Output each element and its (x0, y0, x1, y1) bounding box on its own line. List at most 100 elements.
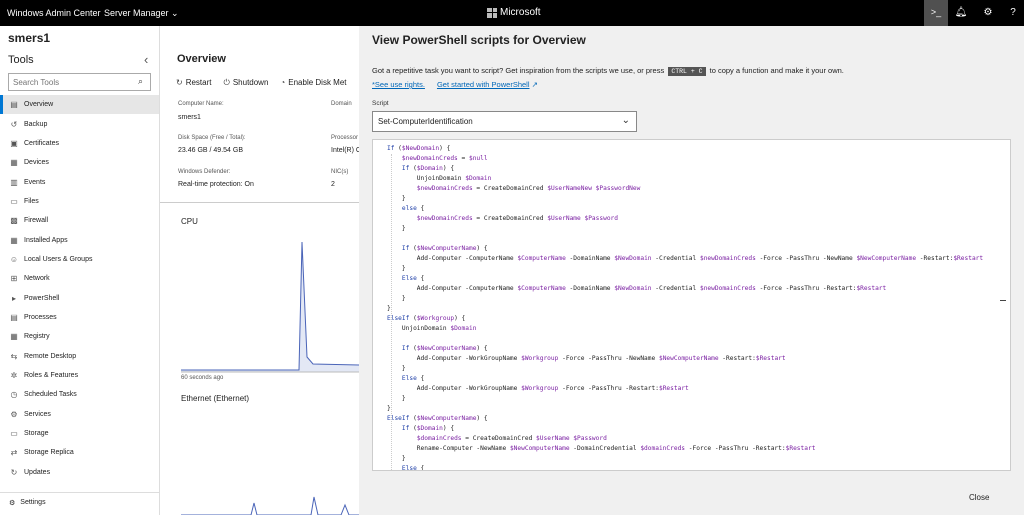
sidebar-item-label: Processes (24, 313, 57, 321)
ethernet-chart (181, 496, 359, 515)
code-line: $newDomainCreds = CreateDomainCred $User… (416, 215, 619, 222)
sidebar-item-updates[interactable]: ↻ Updates (0, 463, 159, 482)
search-icon[interactable]: ⌕ (138, 76, 143, 87)
code-line: } (387, 405, 391, 412)
sidebar-item-events[interactable]: ▥ Events (0, 172, 159, 191)
code-line: UnjoinDomain $Domain (387, 175, 492, 182)
search-tools-input[interactable] (8, 73, 151, 91)
settings-item[interactable]: ⚙ Settings (9, 499, 46, 507)
ethernet-chart-label: Ethernet (Ethernet) (181, 394, 250, 403)
get-started-link[interactable]: Get started with PowerShell ↗ (437, 80, 538, 89)
enable-disk-metrics-button[interactable]: ◔ Enable Disk Met (280, 78, 346, 88)
events-icon: ▥ (10, 177, 18, 187)
devices-icon: ▦ (10, 158, 18, 168)
tools-heading: Tools (8, 54, 34, 66)
close-button[interactable]: Close (969, 493, 989, 502)
script-select[interactable]: Set-ComputerIdentification ⌄ (372, 111, 637, 132)
sidebar-item-firewall[interactable]: ▩ Firewall (0, 211, 159, 230)
ctrl-c-key-badge: CTRL + C (668, 67, 706, 76)
shutdown-label: Shutdown (232, 78, 269, 87)
sidebar-item-label: Overview (24, 101, 54, 109)
microsoft-brand: Microsoft (487, 7, 541, 18)
notification-bell-icon[interactable]: 🔔︎ (950, 0, 972, 26)
code-line: If ($Domain) { (401, 425, 455, 432)
server-manager-dropdown[interactable]: Server Manager ⌄ (104, 8, 179, 19)
code-line: ElseIf ($NewComputerName) { (387, 415, 488, 422)
disk-space-label: Disk Space (Free / Total): (178, 135, 246, 141)
script-code-viewer[interactable]: If ($NewDomain) { $newDomainCreds = $nul… (372, 139, 1011, 471)
remote-desktop-icon: ⇆ (10, 351, 18, 361)
microsoft-logo-icon (487, 7, 497, 18)
sidebar-item-processes[interactable]: ▤ Processes (0, 308, 159, 327)
powershell-button[interactable]: >_ (924, 0, 948, 26)
sidebar-item-network[interactable]: ⊞ Network (0, 269, 159, 288)
code-line: $domainCreds = CreateDomainCred $UserNam… (416, 435, 607, 442)
sidebar-item-storage-replica[interactable]: ⇄ Storage Replica (0, 443, 159, 462)
external-link-icon: ↗ (529, 80, 538, 89)
code-line: } (387, 265, 406, 272)
sidebar-item-certificates[interactable]: ▣ Certificates (0, 134, 159, 153)
sidebar-item-storage[interactable]: ▭ Storage (0, 424, 159, 443)
panel-title: View PowerShell scripts for Overview (372, 33, 586, 47)
code-line: } (387, 365, 406, 372)
code-line: Else { (401, 275, 425, 282)
code-line: If ($Domain) { (401, 165, 455, 172)
use-rights-link[interactable]: *See use rights. (372, 80, 425, 89)
windows-defender-value: Real-time protection: On (178, 181, 254, 188)
storage-replica-icon: ⇄ (10, 448, 18, 458)
powershell-icon: ▸ (11, 293, 16, 303)
sidebar-item-label: Firewall (24, 217, 49, 225)
sidebar-item-scheduled-tasks[interactable]: ◷ Scheduled Tasks (0, 385, 159, 404)
sidebar-item-label: Scheduled Tasks (24, 391, 77, 399)
sidebar-item-overview[interactable]: ▤ Overview (0, 95, 159, 115)
divider (160, 202, 360, 203)
sidebar-item-registry[interactable]: ▦ Registry (0, 327, 159, 346)
seconds-ago-label: 60 seconds ago (181, 375, 224, 381)
sidebar-item-files[interactable]: ▭ Files (0, 192, 159, 211)
intro-text-end: to copy a function and make it your own. (709, 66, 844, 75)
gear-icon: ⚙ (9, 500, 16, 507)
get-started-link-label: Get started with PowerShell (436, 80, 530, 89)
chevron-down-icon: ⌄ (621, 115, 630, 126)
sidebar-item-label: Storage Replica (24, 449, 74, 457)
script-selected-value: Set-ComputerIdentification (378, 117, 473, 126)
collapse-chevron-icon[interactable]: ‹ (144, 52, 148, 67)
gear-icon[interactable]: ⚙ (977, 0, 999, 26)
restart-button[interactable]: ↻ Restart (176, 78, 212, 88)
sidebar-item-label: PowerShell (24, 294, 60, 302)
sidebar-item-roles-features[interactable]: ✲ Roles & Features (0, 366, 159, 385)
help-icon[interactable]: ? (1002, 0, 1024, 26)
code-line: Add-Computer -ComputerName $ComputerName… (387, 255, 984, 262)
sidebar-item-backup[interactable]: ↺ Backup (0, 114, 159, 133)
windows-defender-label: Windows Defender: (178, 169, 231, 175)
sidebar-item-label: Installed Apps (24, 236, 68, 244)
sidebar-item-local-users-groups[interactable]: ☺ Local Users & Groups (0, 250, 159, 269)
processor-label: Processor (331, 135, 359, 141)
ethernet-line (181, 496, 359, 515)
sidebar-item-label: Registry (24, 333, 50, 341)
registry-icon: ▦ (10, 332, 18, 342)
scroll-indicator[interactable] (1000, 300, 1006, 301)
updates-icon: ↻ (10, 467, 18, 477)
page-title: Overview (177, 53, 226, 65)
sidebar-item-installed-apps[interactable]: ▦ Installed Apps (0, 230, 159, 249)
sidebar-item-devices[interactable]: ▦ Devices (0, 153, 159, 172)
sidebar-item-label: Updates (24, 468, 51, 476)
code-line: If ($NewComputerName) { (401, 245, 488, 252)
top-bar: Windows Admin Center Server Manager ⌄ Mi… (0, 0, 1024, 26)
sidebar-item-label: Backup (24, 120, 48, 128)
cpu-chart-label: CPU (181, 217, 198, 226)
sidebar-item-services[interactable]: ⚙ Services (0, 405, 159, 424)
powershell-icon: >_ (930, 7, 942, 17)
code-line: } (387, 295, 406, 302)
sidebar-item-remote-desktop[interactable]: ⇆ Remote Desktop (0, 346, 159, 365)
sidebar-item-label: Storage (24, 430, 49, 438)
shutdown-button[interactable]: ⏻ Shutdown (224, 78, 269, 88)
code-line: ElseIf ($Workgroup) { (387, 315, 466, 322)
panel-links: *See use rights. Get started with PowerS… (372, 80, 538, 89)
sidebar-item-powershell[interactable]: ▸ PowerShell (0, 288, 159, 307)
nics-label: NIC(s) (331, 169, 349, 175)
app-title[interactable]: Windows Admin Center (7, 8, 101, 18)
nics-value: 2 (331, 181, 335, 188)
